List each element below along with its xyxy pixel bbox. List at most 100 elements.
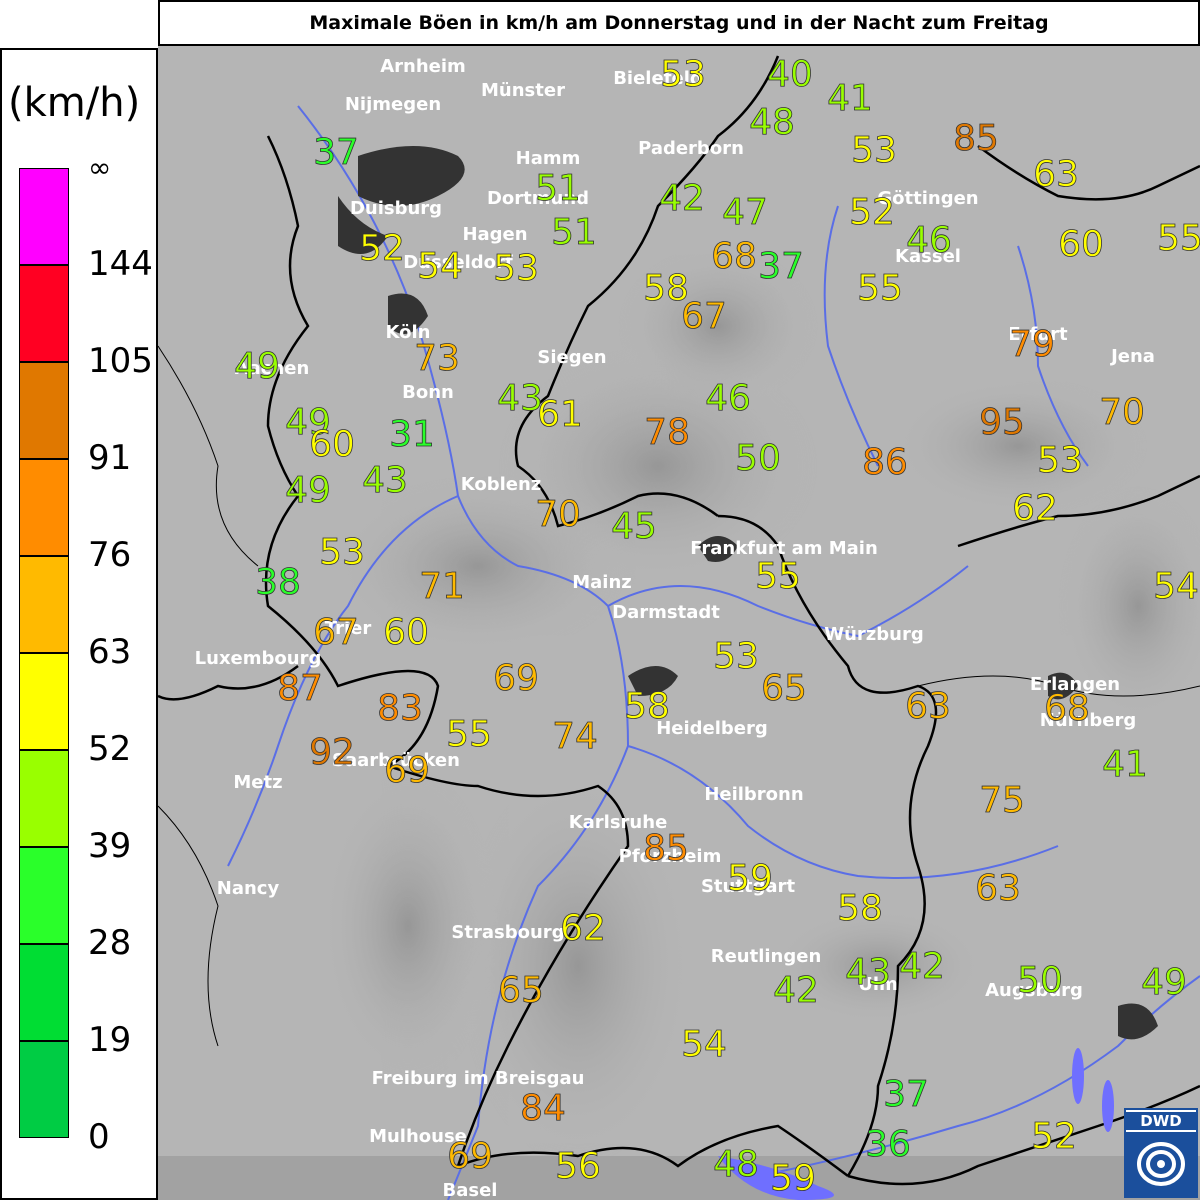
gust-value-label: 92: [309, 732, 355, 773]
city-label: Paderborn: [638, 138, 744, 159]
gust-value-label: 37: [758, 246, 804, 287]
city-label: Nijmegen: [345, 94, 441, 115]
gust-value-label: 71: [419, 566, 465, 607]
gust-value-label: 68: [1044, 688, 1090, 729]
gust-value-label: 37: [313, 132, 359, 173]
gust-value-label: 51: [535, 168, 581, 209]
legend-swatch: [19, 944, 69, 1041]
city-label: Münster: [481, 80, 565, 101]
gust-value-label: 70: [1099, 392, 1145, 433]
gust-value-label: 52: [359, 228, 405, 269]
gust-value-label: 56: [555, 1146, 601, 1187]
legend-tick-label: 28: [88, 923, 132, 963]
city-label: Würzburg: [824, 624, 923, 645]
legend-swatch: [19, 265, 69, 362]
gust-value-label: 70: [535, 494, 581, 535]
gust-value-label: 62: [1012, 488, 1058, 529]
gust-value-label: 53: [1037, 440, 1083, 481]
gust-value-label: 52: [1031, 1116, 1077, 1157]
gust-value-label: 61: [537, 394, 583, 435]
legend-swatch: [19, 750, 69, 847]
gust-value-label: 50: [735, 438, 781, 479]
gust-value-label: 43: [845, 952, 891, 993]
legend-swatch: [19, 459, 69, 556]
legend-unit-label: (km/h): [8, 80, 141, 126]
gust-value-label: 59: [770, 1158, 816, 1199]
city-label: Duisburg: [350, 198, 442, 219]
gust-value-label: 42: [659, 178, 705, 219]
city-label: Jena: [1109, 346, 1155, 367]
gust-value-label: 47: [722, 192, 768, 233]
gust-value-label: 53: [851, 130, 897, 171]
gust-value-label: 78: [644, 412, 690, 453]
gust-value-label: 84: [520, 1088, 566, 1129]
gust-value-label: 58: [624, 686, 670, 727]
legend-swatch: [19, 653, 69, 750]
dwd-logo: DWD: [1124, 1108, 1198, 1198]
gust-value-label: 79: [1009, 324, 1055, 365]
gust-value-label: 68: [711, 236, 757, 277]
dwd-logo-text: DWD: [1126, 1112, 1196, 1130]
legend-tick-label: 0: [88, 1117, 110, 1157]
gust-value-label: 86: [862, 442, 908, 483]
gust-value-label: 50: [1017, 960, 1063, 1001]
gust-value-label: 95: [979, 402, 1025, 443]
gust-value-label: 74: [552, 716, 598, 757]
gust-value-label: 59: [727, 858, 773, 899]
city-label: Heilbronn: [704, 784, 803, 805]
gust-value-label: 55: [857, 268, 903, 309]
gust-value-label: 60: [1058, 224, 1104, 265]
gust-value-label: 48: [749, 102, 795, 143]
gust-value-label: 42: [899, 946, 945, 987]
gust-value-label: 69: [384, 750, 430, 791]
legend-tick-label: ∞: [88, 151, 112, 184]
gust-value-label: 52: [849, 192, 895, 233]
gust-value-label: 63: [1033, 154, 1079, 195]
gust-value-label: 53: [319, 532, 365, 573]
legend-swatch: [19, 556, 69, 653]
gust-value-label: 55: [1157, 218, 1200, 259]
gust-value-label: 65: [498, 970, 544, 1011]
city-label: Hamm: [516, 148, 581, 169]
gust-value-label: 54: [417, 246, 463, 287]
city-label: Heidelberg: [656, 718, 768, 739]
gust-value-label: 58: [837, 888, 883, 929]
city-label: Strasbourg: [451, 922, 564, 943]
gust-value-label: 60: [383, 612, 429, 653]
gust-value-label: 51: [551, 212, 597, 253]
gust-value-label: 49: [285, 470, 331, 511]
gust-value-label: 36: [865, 1124, 911, 1165]
legend-tick-label: 105: [88, 341, 153, 381]
gust-value-label: 85: [643, 828, 689, 869]
map-title: Maximale Böen in km/h am Donnerstag und …: [158, 0, 1200, 46]
legend-swatch: [19, 1041, 69, 1138]
gust-value-label: 55: [446, 714, 492, 755]
gust-value-label: 55: [755, 556, 801, 597]
gust-value-label: 54: [681, 1024, 727, 1065]
gust-value-label: 43: [497, 378, 543, 419]
gust-value-label: 53: [493, 248, 539, 289]
gust-value-label: 46: [906, 220, 952, 261]
legend-swatch: [19, 362, 69, 459]
gust-value-label: 54: [1153, 566, 1199, 607]
map-canvas: ArnheimNijmegenMünsterBielefeldHamm Pader…: [158, 46, 1200, 1200]
gust-value-label: 49: [1141, 962, 1187, 1003]
legend-tick-label: 19: [88, 1020, 132, 1060]
city-label: Bonn: [402, 382, 454, 403]
gust-value-label: 53: [713, 636, 759, 677]
city-label: Arnheim: [380, 56, 466, 77]
city-label: Siegen: [537, 347, 606, 368]
gust-value-label: 45: [611, 506, 657, 547]
legend-tick-label: 52: [88, 729, 132, 769]
gust-value-label: 38: [255, 562, 301, 603]
gust-value-label: 69: [493, 658, 539, 699]
gust-value-label: 63: [905, 686, 951, 727]
city-label: Koblenz: [461, 474, 542, 495]
city-label: Reutlingen: [711, 946, 822, 967]
city-label: Mainz: [572, 572, 632, 593]
city-label: Basel: [443, 1180, 498, 1200]
city-label: Freiburg im Breisgau: [372, 1068, 585, 1089]
gust-value-label: 31: [389, 414, 435, 455]
gust-value-label: 75: [979, 780, 1025, 821]
gust-value-label: 60: [309, 424, 355, 465]
